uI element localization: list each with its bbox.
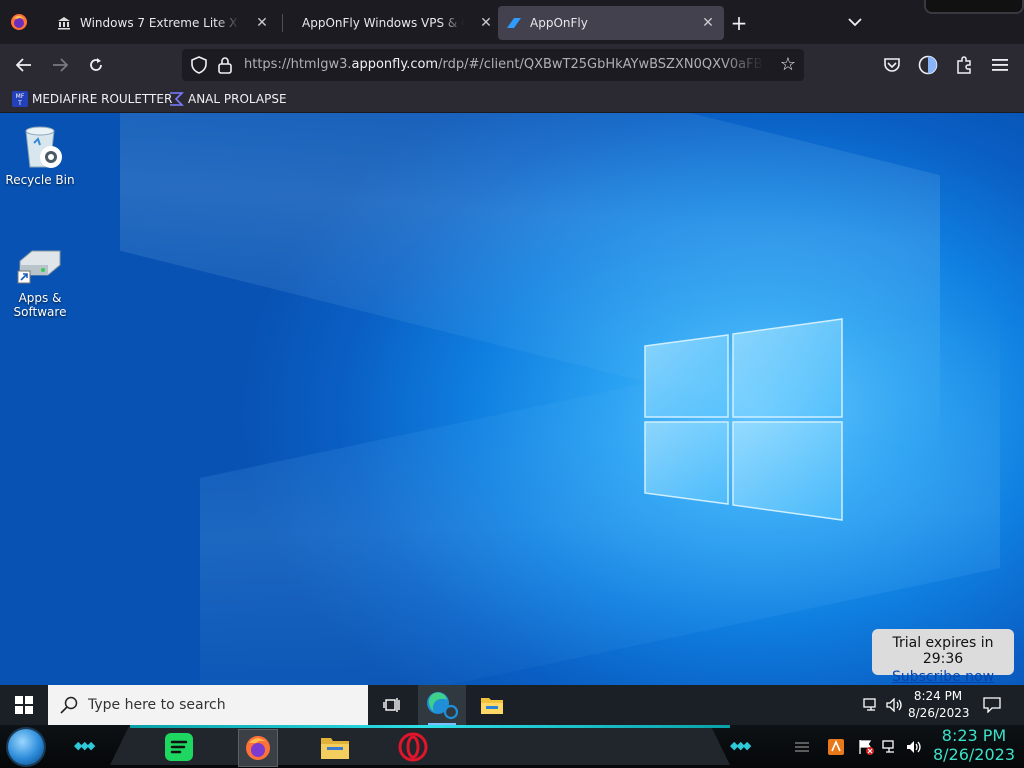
action-center-flag-icon[interactable]: [856, 737, 876, 757]
address-bar[interactable]: https://htmlgw3.apponfly.com/rdp/#/clien…: [182, 49, 804, 81]
pocket-icon[interactable]: [881, 54, 903, 76]
recycle-bin-icon: [16, 123, 64, 171]
remote-taskbar: Type here to search 8:24 PM 8/26/2023: [0, 685, 1024, 725]
chevron-decoration-icon: ◆◆◆: [74, 739, 95, 752]
navigation-toolbar: https://htmlgw3.apponfly.com/rdp/#/clien…: [0, 44, 1024, 86]
mft-icon: MF T: [12, 91, 28, 107]
list-all-tabs-icon[interactable]: [844, 12, 866, 34]
forward-arrow-icon[interactable]: [46, 52, 74, 78]
firefox-view-icon[interactable]: [8, 12, 30, 32]
tab-title: Windows 7 Extreme Lite X 86 : Free: [80, 16, 240, 30]
url-text[interactable]: https://htmlgw3.apponfly.com/rdp/#/clien…: [244, 57, 764, 72]
search-placeholder: Type here to search: [88, 697, 226, 713]
host-time: 8:23 PM: [941, 726, 1007, 745]
extensions-puzzle-icon[interactable]: [953, 54, 975, 76]
volume-icon[interactable]: [884, 685, 906, 725]
tab-title: AppOnFly: [530, 16, 588, 30]
host-taskbar: ◆◆◆ ◆◆◆ 8:23 PM 8/26/2023: [0, 725, 1024, 768]
tracking-protection-shield-icon[interactable]: [190, 56, 208, 74]
taskbar-search-box[interactable]: Type here to search: [48, 685, 368, 725]
remote-time: 8:24 PM: [913, 689, 963, 703]
tab-apponfly-vps[interactable]: AppOnFly Windows VPS & Cloud ✕: [294, 6, 502, 40]
browser-tab-bar: Windows 7 Extreme Lite X 86 : Free ✕ App…: [0, 0, 1024, 44]
url-prefix: https://htmlgw3.: [244, 57, 352, 72]
remote-clock[interactable]: 8:24 PM 8/26/2023: [908, 688, 970, 722]
tab-windows7[interactable]: Windows 7 Extreme Lite X 86 : Free ✕: [48, 6, 278, 40]
windows-start-icon[interactable]: [0, 685, 48, 725]
bookmark-mediafire[interactable]: MF T MEDIAFIRE ROULETTER: [12, 89, 172, 109]
subscribe-now-link[interactable]: Subscribe now: [872, 669, 1014, 685]
notification-center-icon[interactable]: [978, 685, 1006, 725]
firefox-icon[interactable]: [238, 729, 278, 767]
network-icon[interactable]: [860, 685, 882, 725]
bookmark-label: MEDIAFIRE ROULETTER: [32, 92, 173, 106]
desktop-icon-apps-software[interactable]: Apps & Software: [2, 241, 78, 319]
svg-text:T: T: [17, 100, 22, 107]
task-view-icon[interactable]: [368, 685, 416, 725]
close-tab-icon[interactable]: ✕: [700, 15, 716, 31]
bookmark-second[interactable]: ANAL PROLAPSE: [168, 89, 287, 109]
window-frame-decoration: [924, 0, 1024, 14]
host-start-orb-icon[interactable]: [8, 729, 44, 765]
tray-app-icon[interactable]: [826, 737, 846, 757]
close-tab-icon[interactable]: ✕: [478, 15, 494, 31]
back-arrow-icon[interactable]: [10, 52, 38, 78]
desktop-icon-label: Recycle Bin: [5, 173, 75, 187]
trial-expiry-text: Trial expires in 29:36: [892, 635, 994, 667]
bookmark-star-icon[interactable]: ☆: [778, 55, 798, 75]
reload-icon[interactable]: [82, 52, 110, 78]
host-clock[interactable]: 8:23 PM 8/26/2023: [932, 726, 1016, 764]
taskbar-accent-line: [130, 725, 730, 728]
tab-title: AppOnFly Windows VPS & Cloud: [302, 16, 464, 30]
folder-icon[interactable]: [316, 729, 354, 765]
new-tab-button[interactable]: +: [728, 12, 750, 34]
bookmark-label: ANAL PROLAPSE: [188, 92, 287, 106]
museum-icon: [56, 15, 72, 31]
close-tab-icon[interactable]: ✕: [254, 15, 270, 31]
desktop-icon-label: Apps & Software: [13, 291, 67, 319]
search-icon: [60, 696, 78, 714]
url-path: /rdp/#/client/QXBwT25GbHkAYwBSZXN0QXV0aF…: [438, 57, 764, 72]
remote-date: 8/26/2023: [908, 706, 970, 720]
spotify-icon[interactable]: [160, 729, 198, 765]
hamburger-menu-icon[interactable]: [989, 54, 1011, 76]
url-domain: apponfly.com: [351, 57, 439, 72]
windows-logo-wallpaper: [640, 313, 850, 529]
lock-icon[interactable]: [218, 56, 234, 74]
file-explorer-icon[interactable]: [468, 685, 516, 725]
apponfly-icon: [506, 15, 522, 31]
drive-shortcut-icon: [16, 241, 64, 289]
desktop-icon-recycle-bin[interactable]: Recycle Bin: [2, 123, 78, 187]
account-sync-icon[interactable]: [917, 54, 939, 76]
trial-notification: Trial expires in 29:36 Subscribe now: [872, 629, 1014, 685]
host-volume-icon[interactable]: [904, 737, 924, 757]
edge-browser-icon[interactable]: [418, 685, 466, 725]
opera-icon[interactable]: [394, 729, 432, 765]
host-date: 8/26/2023: [932, 745, 1016, 764]
host-network-icon[interactable]: [880, 737, 900, 757]
remote-desktop[interactable]: Recycle Bin Apps & Software Trial expire…: [0, 113, 1024, 685]
tab-apponfly[interactable]: AppOnFly ✕: [498, 6, 724, 40]
chevron-decoration-icon: ◆◆◆: [730, 739, 751, 752]
svg-text:MF: MF: [16, 93, 25, 100]
sigma-icon: [168, 91, 184, 107]
bookmarks-toolbar: MF T MEDIAFIRE ROULETTER ANAL PROLAPSE: [0, 86, 1024, 113]
tab-separator: [282, 14, 283, 32]
tray-stack-icon[interactable]: [792, 737, 812, 757]
